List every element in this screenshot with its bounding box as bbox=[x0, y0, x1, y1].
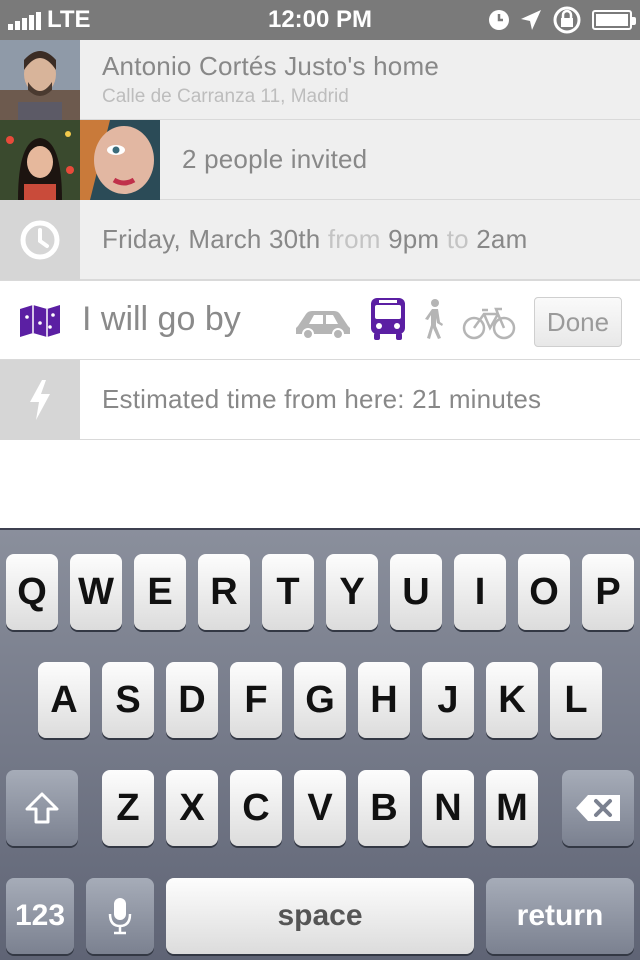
rotation-lock-icon bbox=[553, 6, 581, 34]
microphone-key[interactable] bbox=[86, 878, 154, 954]
key-l[interactable]: L bbox=[550, 662, 602, 738]
numbers-key[interactable]: 123 bbox=[6, 878, 74, 954]
keyboard: QWERTYUIOP ASDFGHJKL ZXCVBNM 123 space ret… bbox=[0, 528, 640, 960]
lightning-icon bbox=[30, 379, 50, 420]
datetime-row[interactable]: Friday, March 30th from 9pm to 2am bbox=[0, 199, 640, 280]
event-date: Friday, March 30th bbox=[102, 224, 321, 254]
transport-row: I will go by Done bbox=[0, 280, 640, 360]
key-j[interactable]: J bbox=[422, 662, 474, 738]
signal-icon bbox=[8, 10, 41, 30]
key-a[interactable]: A bbox=[38, 662, 90, 738]
map-icon bbox=[20, 305, 60, 337]
location-row[interactable]: Antonio Cortés Justo's home Calle de Car… bbox=[0, 39, 640, 120]
key-i[interactable]: I bbox=[454, 554, 506, 630]
estimate-text: Estimated time from here: 21 minutes bbox=[102, 384, 542, 414]
guest-avatar-2 bbox=[80, 119, 160, 200]
space-key[interactable]: space bbox=[166, 878, 474, 954]
key-c[interactable]: C bbox=[230, 770, 282, 846]
key-t[interactable]: T bbox=[262, 554, 314, 630]
to-word: to bbox=[446, 224, 469, 254]
return-key[interactable]: return bbox=[486, 878, 634, 954]
start-time: 9pm bbox=[388, 224, 440, 254]
clock-icon bbox=[20, 220, 60, 259]
alarm-icon bbox=[489, 10, 509, 30]
transport-label: I will go by bbox=[82, 300, 241, 338]
estimate-row: Estimated time from here: 21 minutes bbox=[0, 359, 640, 440]
from-word: from bbox=[327, 224, 381, 254]
key-r[interactable]: R bbox=[198, 554, 250, 630]
key-b[interactable]: B bbox=[358, 770, 410, 846]
datetime-text: Friday, March 30th from 9pm to 2am bbox=[80, 224, 527, 255]
battery-icon bbox=[592, 10, 636, 30]
location-arrow-icon bbox=[521, 10, 541, 30]
key-v[interactable]: V bbox=[294, 770, 346, 846]
car-icon[interactable] bbox=[294, 306, 352, 340]
key-q[interactable]: Q bbox=[6, 554, 58, 630]
key-h[interactable]: H bbox=[358, 662, 410, 738]
key-p[interactable]: P bbox=[582, 554, 634, 630]
location-text: Antonio Cortés Justo's home Calle de Car… bbox=[80, 51, 439, 108]
invited-row[interactable]: 2 people invited bbox=[0, 119, 640, 200]
key-f[interactable]: F bbox=[230, 662, 282, 738]
shift-key[interactable] bbox=[6, 770, 78, 846]
key-y[interactable]: Y bbox=[326, 554, 378, 630]
location-title: Antonio Cortés Justo's home bbox=[102, 51, 439, 81]
status-left: LTE bbox=[8, 6, 91, 34]
walk-icon[interactable] bbox=[423, 298, 445, 340]
delete-key[interactable] bbox=[562, 770, 634, 846]
status-bar: LTE 12:00 PM bbox=[0, 0, 640, 40]
key-e[interactable]: E bbox=[134, 554, 186, 630]
shift-icon bbox=[25, 792, 59, 824]
guest-avatar-1 bbox=[0, 119, 80, 200]
invited-count: 2 people invited bbox=[182, 144, 368, 174]
key-u[interactable]: U bbox=[390, 554, 442, 630]
key-m[interactable]: M bbox=[486, 770, 538, 846]
location-address: Calle de Carranza 11, Madrid bbox=[102, 86, 349, 107]
key-w[interactable]: W bbox=[70, 554, 122, 630]
key-o[interactable]: O bbox=[518, 554, 570, 630]
key-x[interactable]: X bbox=[166, 770, 218, 846]
key-n[interactable]: N bbox=[422, 770, 474, 846]
backspace-icon bbox=[576, 795, 620, 821]
bike-icon[interactable] bbox=[462, 306, 516, 340]
carrier-label: LTE bbox=[47, 6, 91, 33]
microphone-icon bbox=[108, 898, 132, 935]
done-button[interactable]: Done bbox=[534, 297, 622, 347]
status-right bbox=[488, 5, 636, 35]
key-s[interactable]: S bbox=[102, 662, 154, 738]
key-k[interactable]: K bbox=[486, 662, 538, 738]
host-avatar bbox=[0, 39, 80, 120]
key-z[interactable]: Z bbox=[102, 770, 154, 846]
clock-cell bbox=[0, 199, 80, 280]
key-g[interactable]: G bbox=[294, 662, 346, 738]
key-d[interactable]: D bbox=[166, 662, 218, 738]
end-time: 2am bbox=[476, 224, 528, 254]
lightning-cell bbox=[0, 359, 80, 440]
bus-icon[interactable] bbox=[370, 297, 406, 341]
